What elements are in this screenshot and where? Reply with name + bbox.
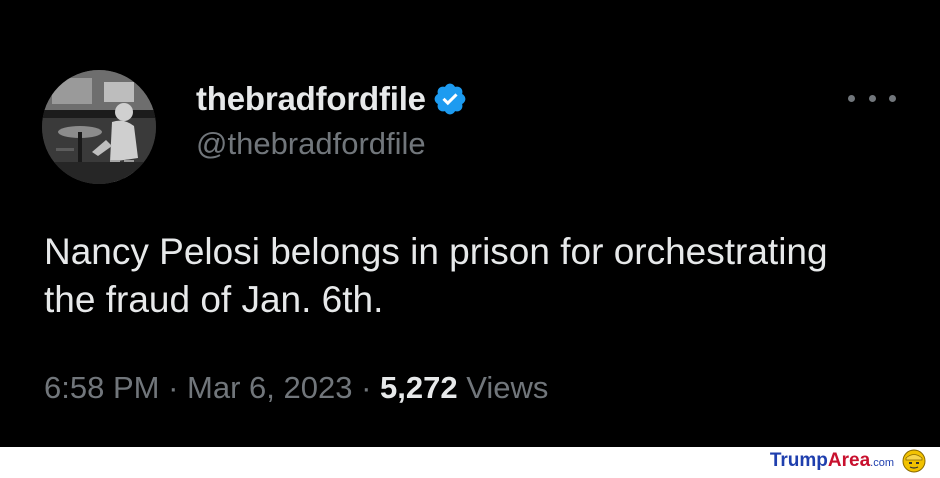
avatar[interactable] — [42, 70, 156, 184]
avatar-photo — [42, 70, 156, 184]
watermark-logo-icon — [902, 449, 926, 473]
views-count: 5,272 — [380, 370, 458, 405]
author-handle[interactable]: @thebradfordfile — [196, 126, 426, 162]
meta-separator: · — [168, 370, 179, 405]
tweet-time[interactable]: 6:58 PM — [44, 370, 159, 405]
tweet-date[interactable]: Mar 6, 2023 — [187, 370, 352, 405]
watermark-footer: TrumpArea.com — [0, 447, 940, 473]
tweet-text: Nancy Pelosi belongs in prison for orche… — [44, 231, 828, 320]
verified-badge-icon — [432, 81, 468, 117]
author-display-name[interactable]: thebradfordfile — [196, 80, 426, 118]
tweet-metadata: 6:58 PM · Mar 6, 2023 · 5,272 Views — [44, 370, 548, 406]
meta-separator: · — [361, 370, 372, 405]
more-options-icon[interactable] — [848, 84, 896, 112]
watermark-text: TrumpArea.com — [769, 450, 894, 471]
author-name-row: thebradfordfile — [196, 78, 468, 120]
tweet-card: thebradfordfile @thebradfordfile Nancy P… — [0, 0, 940, 447]
views-label: Views — [466, 370, 549, 405]
